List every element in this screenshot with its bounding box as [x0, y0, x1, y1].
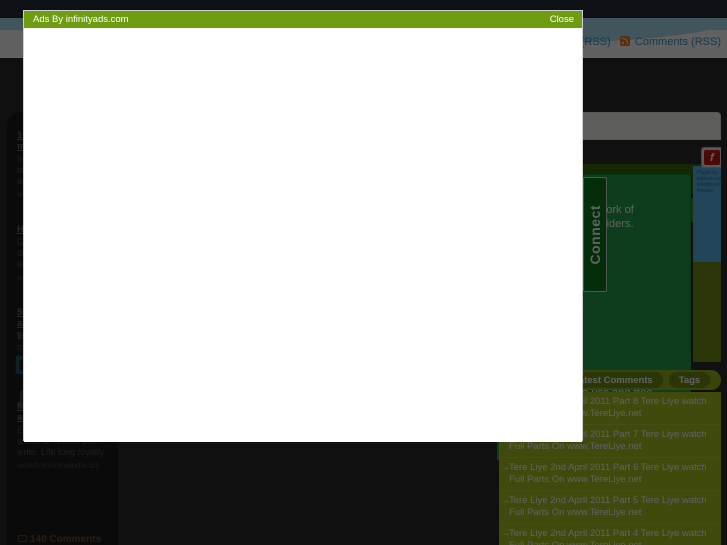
- ad-popup-title: Ads By infinityads.com: [33, 14, 129, 25]
- ad-popup: Ads By infinityads.com Close: [23, 10, 583, 442]
- ad-popup-iframe[interactable]: [24, 28, 582, 442]
- ad-popup-titlebar: Ads By infinityads.com Close: [24, 11, 582, 28]
- close-button[interactable]: Close: [550, 14, 574, 25]
- screenshot-root: Entries (RSS) Comments (RSS) 100 ways to…: [0, 0, 727, 545]
